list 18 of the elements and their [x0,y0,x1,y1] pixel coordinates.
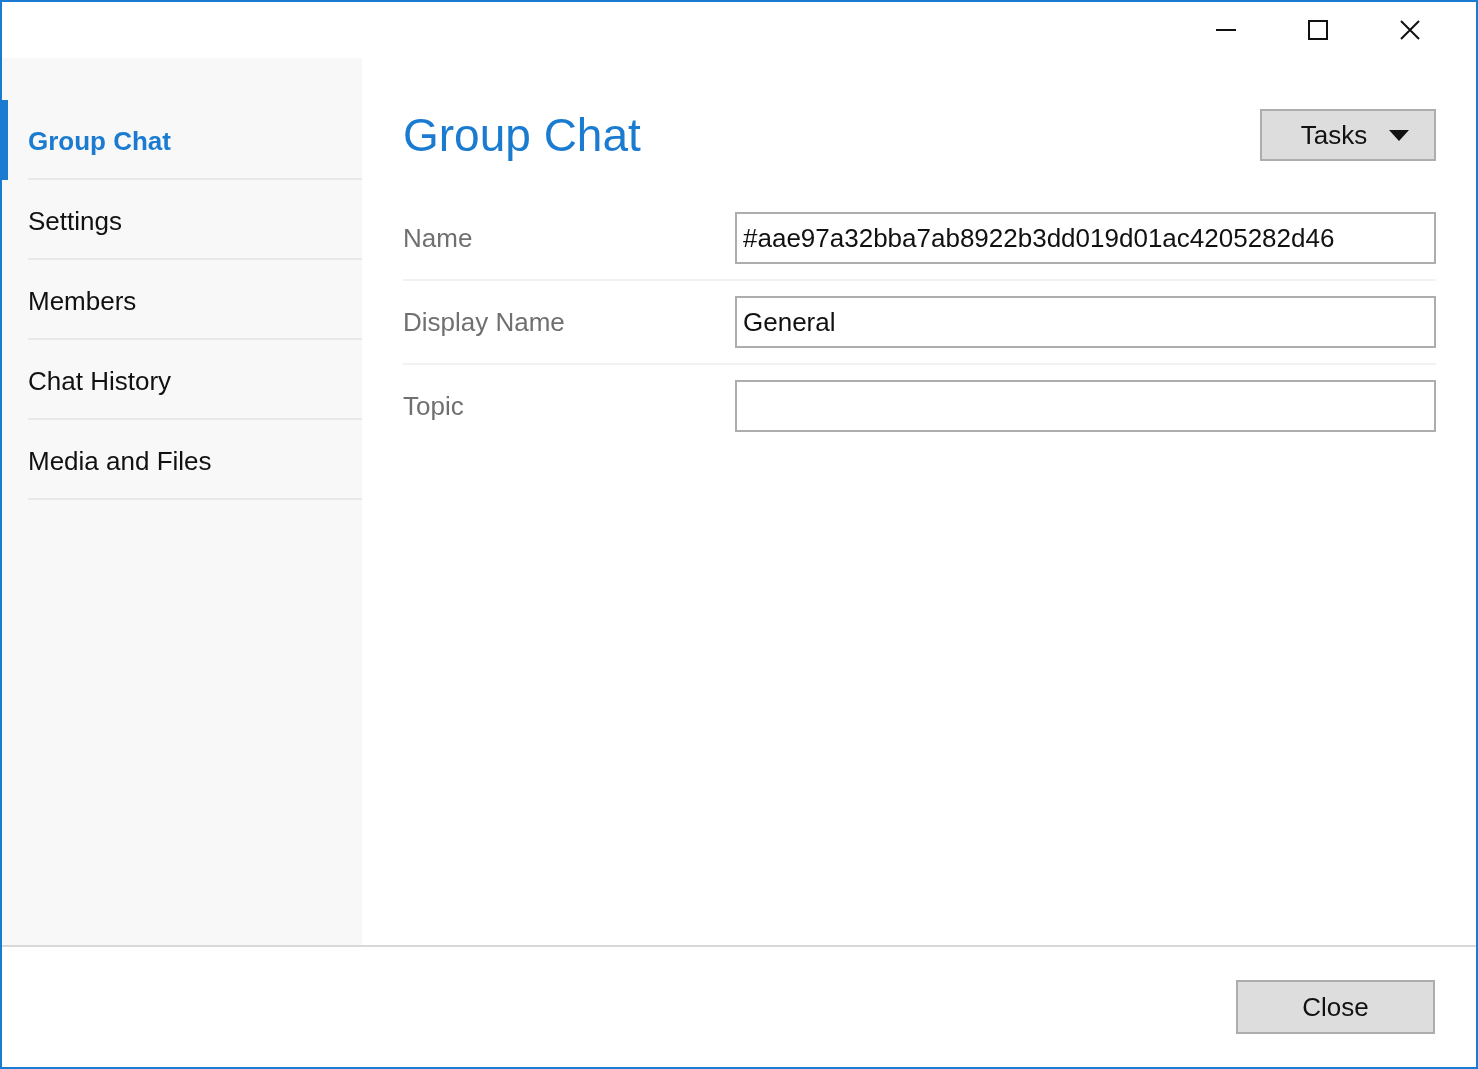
input-field[interactable]: General [735,296,1436,348]
close-button[interactable]: Close [1236,980,1435,1034]
maximize-icon [1308,20,1328,40]
tasks-button[interactable]: Tasks [1260,109,1436,161]
caret-icon [1389,129,1410,141]
field-label: Display Name [403,306,566,338]
sidebar-item[interactable]: Settings [28,201,122,237]
sidebar-item[interactable]: Members [28,281,137,317]
close-icon [1400,20,1420,40]
input-field[interactable] [735,380,1436,432]
input-field[interactable]: #aae97a32bba7ab8922b3dd019d01ac4205282d46 [735,212,1436,264]
sidebar-item[interactable]: Group Chat [28,121,171,157]
field-label: Name [403,222,474,254]
minimize-icon [1216,29,1236,31]
sidebar-item[interactable]: Chat History [28,361,172,397]
field-label: Topic [403,390,465,422]
sidebar-item[interactable]: Media and Files [28,441,212,477]
page-title: Group Chat [403,108,641,162]
